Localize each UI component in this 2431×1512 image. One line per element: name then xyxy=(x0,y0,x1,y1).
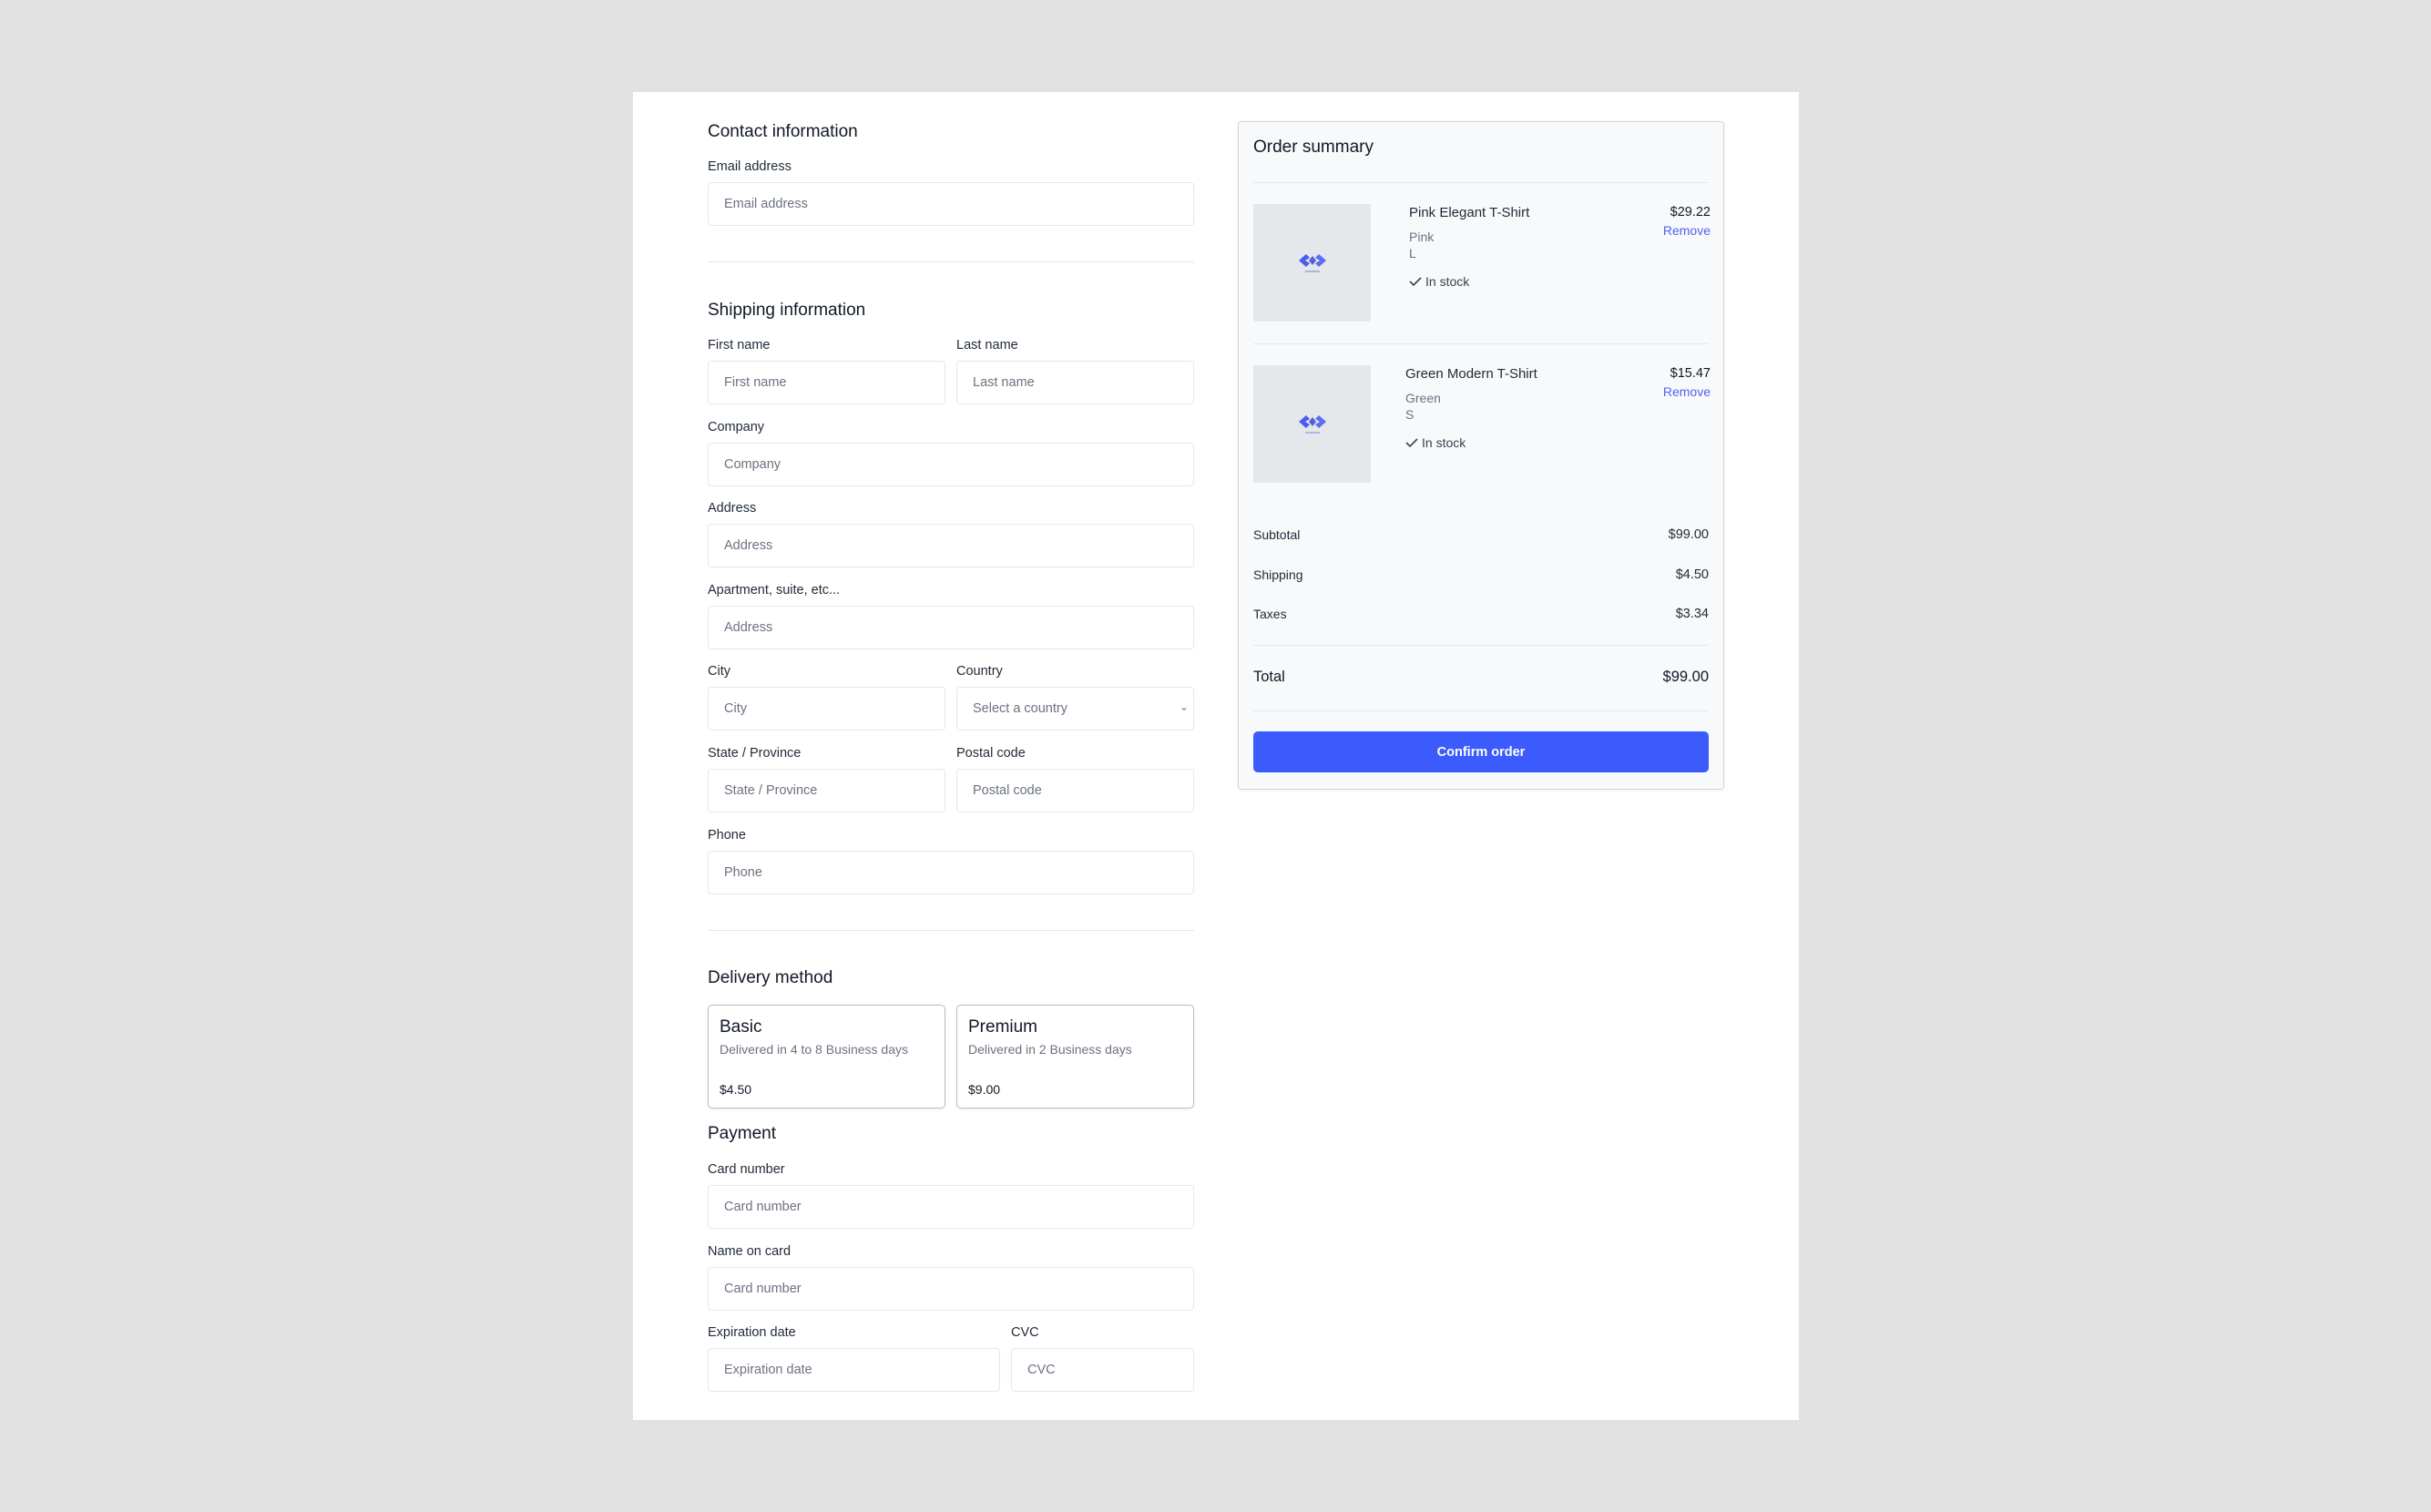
delivery-option-basic[interactable]: Basic Delivered in 4 to 8 Business days … xyxy=(708,1005,945,1108)
stock-status-text: In stock xyxy=(1425,274,1470,289)
first-name-input[interactable]: First name xyxy=(708,361,945,404)
last-name-label: Last name xyxy=(956,338,1018,352)
postal-code-label: Postal code xyxy=(956,746,1026,761)
confirm-order-button[interactable]: Confirm order xyxy=(1253,731,1709,772)
company-label: Company xyxy=(708,420,765,434)
remove-item-button[interactable]: Remove xyxy=(1663,223,1711,238)
state-label: State / Province xyxy=(708,746,802,761)
apartment-label: Apartment, suite, etc... xyxy=(708,583,841,598)
product-image xyxy=(1253,365,1371,483)
stock-status-text: In stock xyxy=(1422,435,1466,450)
logo-placeholder-icon xyxy=(1298,253,1326,272)
cart-item: Green Modern T-Shirt Green S In stock $1… xyxy=(1239,343,1725,504)
first-name-label: First name xyxy=(708,338,771,352)
total-label: Total xyxy=(1253,669,1285,685)
item-price: $29.22 xyxy=(1670,205,1711,220)
item-color: Pink xyxy=(1409,230,1435,244)
cvc-label: CVC xyxy=(1011,1325,1039,1340)
logo-placeholder-icon xyxy=(1298,414,1326,434)
subtotal-value: $99.00 xyxy=(1668,527,1709,542)
address-input[interactable]: Address xyxy=(708,524,1194,567)
item-color: Green xyxy=(1405,391,1441,405)
delivery-option-premium[interactable]: Premium Delivered in 2 Business days $9.… xyxy=(956,1005,1194,1108)
delivery-section-title: Delivery method xyxy=(708,968,833,987)
email-label: Email address xyxy=(708,159,792,174)
total-value: $99.00 xyxy=(1662,669,1709,685)
item-name: Green Modern T-Shirt xyxy=(1405,366,1537,382)
stock-status: In stock xyxy=(1409,274,1469,289)
delivery-option-desc: Delivered in 2 Business days xyxy=(968,1042,1132,1057)
expiration-date-label: Expiration date xyxy=(708,1325,796,1340)
apartment-input[interactable]: Address xyxy=(708,606,1194,649)
expiration-date-input[interactable]: Expiration date xyxy=(708,1348,1000,1392)
name-on-card-input[interactable]: Card number xyxy=(708,1267,1194,1311)
checkout-page: Contact information Email address Email … xyxy=(633,92,1799,1420)
state-input[interactable]: State / Province xyxy=(708,769,945,812)
product-image xyxy=(1253,204,1371,322)
company-input[interactable]: Company xyxy=(708,443,1194,486)
delivery-option-price: $9.00 xyxy=(968,1082,1001,1097)
item-size: L xyxy=(1409,246,1416,261)
country-label: Country xyxy=(956,664,1003,679)
chevron-down-icon: ⌄ xyxy=(1179,700,1189,713)
taxes-value: $3.34 xyxy=(1675,607,1709,621)
country-select-value: Select a country xyxy=(973,701,1067,716)
last-name-input[interactable]: Last name xyxy=(956,361,1194,404)
delivery-options: Basic Delivered in 4 to 8 Business days … xyxy=(708,1005,1194,1108)
country-select[interactable]: Select a country ⌄ xyxy=(956,687,1194,730)
shipping-cost-label: Shipping xyxy=(1253,567,1303,582)
subtotal-label: Subtotal xyxy=(1253,527,1301,542)
name-on-card-label: Name on card xyxy=(708,1244,792,1259)
delivery-option-price: $4.50 xyxy=(720,1082,752,1097)
delivery-option-name: Basic xyxy=(720,1017,762,1037)
phone-label: Phone xyxy=(708,828,746,843)
section-divider xyxy=(708,261,1194,262)
delivery-option-desc: Delivered in 4 to 8 Business days xyxy=(720,1042,908,1057)
delivery-option-name: Premium xyxy=(968,1017,1038,1037)
order-summary-panel: Order summary Pink Elegant T-Shirt Pink … xyxy=(1238,121,1724,790)
item-name: Pink Elegant T-Shirt xyxy=(1409,205,1530,220)
check-icon xyxy=(1409,277,1422,287)
city-input[interactable]: City xyxy=(708,687,945,730)
item-size: S xyxy=(1405,407,1415,422)
check-icon xyxy=(1405,438,1418,448)
item-price: $15.47 xyxy=(1670,366,1711,381)
summary-divider xyxy=(1253,710,1709,711)
payment-section-title: Payment xyxy=(708,1124,776,1143)
summary-divider xyxy=(1253,182,1709,183)
cvc-input[interactable]: CVC xyxy=(1011,1348,1194,1392)
phone-input[interactable]: Phone xyxy=(708,851,1194,894)
email-input[interactable]: Email address xyxy=(708,182,1194,226)
shipping-cost-value: $4.50 xyxy=(1675,567,1709,582)
postal-code-input[interactable]: Postal code xyxy=(956,769,1194,812)
shipping-section-title: Shipping information xyxy=(708,301,866,320)
contact-section-title: Contact information xyxy=(708,122,858,141)
stock-status: In stock xyxy=(1405,435,1466,450)
card-number-input[interactable]: Card number xyxy=(708,1185,1194,1229)
address-label: Address xyxy=(708,501,757,516)
summary-divider xyxy=(1253,645,1709,646)
remove-item-button[interactable]: Remove xyxy=(1663,384,1711,399)
order-summary-title: Order summary xyxy=(1253,138,1374,157)
section-divider xyxy=(708,930,1194,931)
city-label: City xyxy=(708,664,730,679)
taxes-label: Taxes xyxy=(1253,607,1287,621)
card-number-label: Card number xyxy=(708,1162,785,1177)
